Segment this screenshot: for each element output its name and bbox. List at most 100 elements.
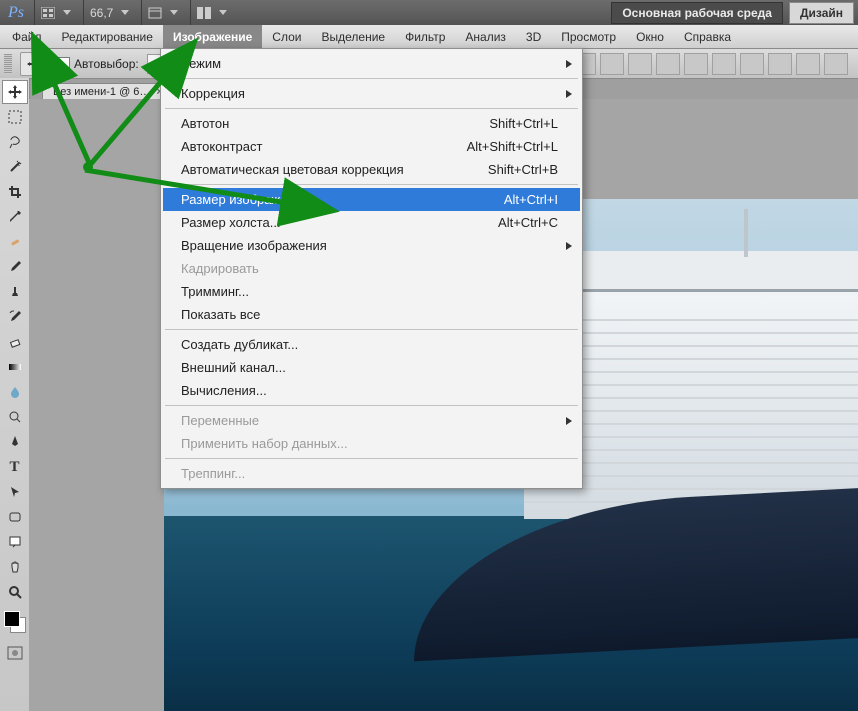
menu-item-label: Размер холста...: [181, 215, 448, 230]
menu-file[interactable]: Файл: [2, 25, 52, 48]
menu-item-label: Применить набор данных...: [181, 436, 558, 451]
autoselect-checkbox[interactable]: Автовыбор:: [56, 57, 139, 71]
fgcolor-swatch[interactable]: [4, 611, 20, 627]
menu-item[interactable]: Тримминг...: [163, 280, 580, 303]
menu-item: Применить набор данных...: [163, 432, 580, 455]
tool-zoom[interactable]: [2, 580, 28, 604]
menu-item[interactable]: Размер изображения...Alt+Ctrl+I: [163, 188, 580, 211]
align-icon[interactable]: [740, 53, 764, 75]
menu-filter[interactable]: Фильтр: [395, 25, 455, 48]
workspace-secondary-button[interactable]: Дизайн: [789, 2, 854, 24]
menu-item-label: Кадрировать: [181, 261, 558, 276]
menu-item-label: Размер изображения...: [181, 192, 448, 207]
tool-history-brush[interactable]: [2, 305, 28, 329]
menu-item-shortcut: Alt+Shift+Ctrl+L: [448, 139, 558, 154]
align-icon[interactable]: [796, 53, 820, 75]
menu-image[interactable]: Изображение: [163, 25, 262, 48]
tool-wand[interactable]: [2, 155, 28, 179]
tool-shape[interactable]: [2, 505, 28, 529]
menu-item[interactable]: Показать все: [163, 303, 580, 326]
tool-move[interactable]: [2, 80, 28, 104]
menu-select[interactable]: Выделение: [311, 25, 395, 48]
autoselect-label: Автовыбор:: [74, 57, 139, 71]
menu-item-shortcut: Shift+Ctrl+L: [448, 116, 558, 131]
tool-eraser[interactable]: [2, 330, 28, 354]
zoom-value: 66,7: [90, 6, 113, 20]
chevron-down-icon: [170, 10, 178, 15]
menu-item[interactable]: Автоматическая цветовая коррекцияShift+C…: [163, 158, 580, 181]
menu-item: Кадрировать: [163, 257, 580, 280]
document-tab[interactable]: Без имени-1 @ 6… ×: [42, 83, 174, 100]
submenu-arrow-icon: [566, 242, 572, 250]
menu-edit[interactable]: Редактирование: [52, 25, 163, 48]
menu-item-label: Коррекция: [181, 86, 558, 101]
menu-item[interactable]: АвтоконтрастAlt+Shift+Ctrl+L: [163, 135, 580, 158]
active-tool-preset[interactable]: [20, 52, 48, 76]
menu-item-label: Переменные: [181, 413, 558, 428]
ps-logo: Ps: [4, 4, 28, 22]
menu-bar: Файл Редактирование Изображение Слои Выд…: [0, 25, 858, 49]
tool-stamp[interactable]: [2, 280, 28, 304]
menu-window[interactable]: Окно: [626, 25, 674, 48]
view-extras[interactable]: [141, 0, 184, 25]
tool-blur[interactable]: [2, 380, 28, 404]
menu-item-label: Режим: [181, 56, 558, 71]
image-menu-dropdown: РежимКоррекцияАвтотонShift+Ctrl+LАвтокон…: [160, 48, 583, 489]
grip-handle[interactable]: [4, 54, 12, 74]
quickmask-toggle[interactable]: [2, 641, 28, 665]
align-icon[interactable]: [628, 53, 652, 75]
tool-path-select[interactable]: [2, 480, 28, 504]
menu-item-shortcut: Shift+Ctrl+B: [448, 162, 558, 177]
align-icon[interactable]: [684, 53, 708, 75]
menu-item[interactable]: Внешний канал...: [163, 356, 580, 379]
menu-item[interactable]: АвтотонShift+Ctrl+L: [163, 112, 580, 135]
bridge-launcher[interactable]: [34, 0, 77, 25]
tool-notes[interactable]: [2, 530, 28, 554]
tool-crop[interactable]: [2, 180, 28, 204]
menu-item[interactable]: Размер холста...Alt+Ctrl+C: [163, 211, 580, 234]
chevron-down-icon: [219, 10, 227, 15]
tool-brush[interactable]: [2, 255, 28, 279]
menu-item-label: Вращение изображения: [181, 238, 558, 253]
tool-dodge[interactable]: [2, 405, 28, 429]
application-bar: Ps 66,7 Основная рабочая среда Дизайн: [0, 0, 858, 25]
menu-3d[interactable]: 3D: [516, 25, 551, 48]
zoom-level[interactable]: 66,7: [83, 0, 135, 25]
tool-marquee[interactable]: [2, 105, 28, 129]
align-icon[interactable]: [600, 53, 624, 75]
menu-item[interactable]: Вращение изображения: [163, 234, 580, 257]
tool-healing[interactable]: [2, 230, 28, 254]
tool-pen[interactable]: [2, 430, 28, 454]
menu-help[interactable]: Справка: [674, 25, 741, 48]
menu-item[interactable]: Создать дубликат...: [163, 333, 580, 356]
tools-panel: T: [0, 78, 30, 711]
arrange-docs[interactable]: [190, 0, 233, 25]
submenu-arrow-icon: [566, 60, 572, 68]
menu-item-label: Тримминг...: [181, 284, 558, 299]
align-icon[interactable]: [824, 53, 848, 75]
menu-view[interactable]: Просмотр: [551, 25, 626, 48]
menu-item-label: Треппинг...: [181, 466, 558, 481]
move-icon: [26, 56, 42, 72]
menu-item[interactable]: Коррекция: [163, 82, 580, 105]
menu-item: Переменные: [163, 409, 580, 432]
align-icon[interactable]: [712, 53, 736, 75]
doc-icon: [148, 7, 162, 19]
workspace-primary-button[interactable]: Основная рабочая среда: [611, 2, 783, 24]
menu-item[interactable]: Режим: [163, 52, 580, 75]
tool-type[interactable]: T: [2, 455, 28, 479]
menu-layers[interactable]: Слои: [262, 25, 311, 48]
menu-item-label: Автотон: [181, 116, 448, 131]
menu-analysis[interactable]: Анализ: [455, 25, 516, 48]
align-icon[interactable]: [768, 53, 792, 75]
document-title: Без имени-1 @ 6…: [53, 86, 150, 98]
color-swatches[interactable]: [4, 611, 26, 633]
menu-item[interactable]: Вычисления...: [163, 379, 580, 402]
align-icons-group: [572, 53, 858, 75]
tool-hand[interactable]: [2, 555, 28, 579]
tool-gradient[interactable]: [2, 355, 28, 379]
menu-item-label: Автоконтраст: [181, 139, 448, 154]
tool-eyedropper[interactable]: [2, 205, 28, 229]
align-icon[interactable]: [656, 53, 680, 75]
tool-lasso[interactable]: [2, 130, 28, 154]
